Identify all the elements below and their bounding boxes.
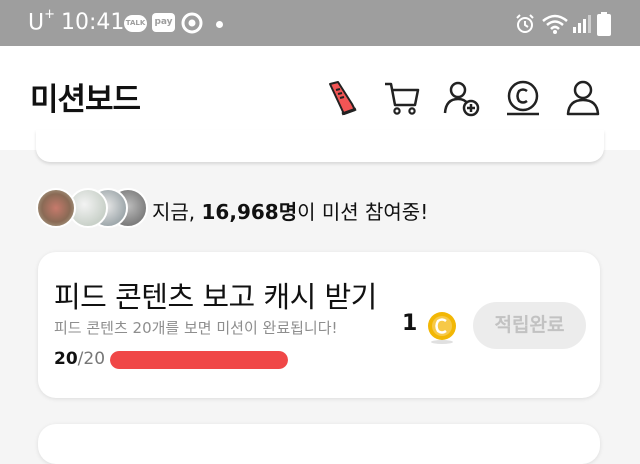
previous-card	[36, 130, 604, 162]
progress-bar	[110, 351, 288, 369]
sneaker-icon[interactable]	[322, 78, 362, 118]
battery-icon	[597, 12, 611, 36]
chrome-notification-icon	[181, 12, 203, 34]
participant-avatar	[36, 188, 76, 228]
reward-amount: 1	[402, 311, 418, 336]
progress-bar-fill	[110, 351, 288, 369]
mission-title: 피드 콘텐츠 보고 캐시 받기	[54, 280, 377, 314]
progress-label: 20/20	[54, 349, 106, 369]
next-mission-card[interactable]	[38, 424, 600, 464]
kakaotalk-notification-icon: TALK	[124, 15, 147, 32]
alarm-icon	[516, 14, 534, 33]
add-friend-icon[interactable]	[442, 78, 482, 118]
page-title: 미션보드	[30, 82, 141, 118]
cash-coin-icon	[428, 312, 456, 344]
pay-notification-icon: pay	[152, 13, 175, 32]
status-bar: U+ 10:41 TALK pay	[0, 0, 640, 46]
participants-text: 지금, 16,968명이 미션 참여중!	[152, 200, 429, 224]
more-notifications-dot	[216, 21, 223, 28]
signal-icon	[573, 15, 591, 33]
carrier-label: U+	[28, 7, 56, 36]
mission-description: 피드 콘텐츠 20개를 보면 미션이 완료됩니다!	[54, 319, 338, 337]
clock: 10:41	[61, 10, 125, 35]
claim-complete-button[interactable]: 적립완료	[473, 302, 586, 349]
coin-icon[interactable]	[503, 78, 543, 118]
wifi-icon	[542, 14, 568, 34]
cart-icon[interactable]	[382, 78, 422, 118]
profile-icon[interactable]	[563, 78, 603, 118]
